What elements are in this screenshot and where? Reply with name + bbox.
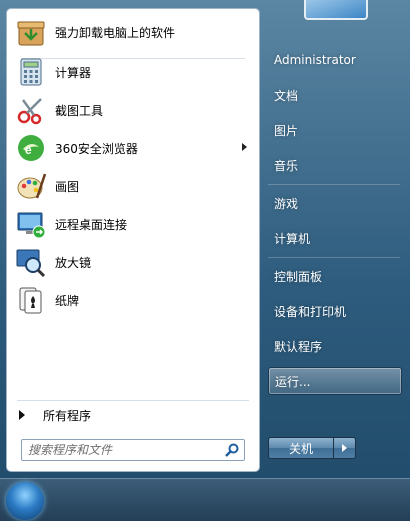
program-label: 画图 (55, 179, 80, 194)
program-label: 360安全浏览器 (55, 141, 138, 156)
scissors-icon (17, 98, 42, 125)
search-icon[interactable] (224, 442, 240, 458)
paint-icon (17, 173, 47, 199)
expand-arrow-icon (19, 410, 25, 420)
link-music[interactable]: 音乐 (268, 151, 402, 179)
program-360-browser[interactable]: e 360安全浏览器 (11, 129, 255, 167)
solitaire-icon (19, 287, 42, 314)
right-links-pane: Administrator 文档 图片 音乐 游戏 计算机 控制面板 设备和打印… (258, 0, 410, 478)
shutdown-options-button[interactable] (334, 437, 356, 459)
user-picture[interactable] (304, 0, 368, 20)
program-remote-desktop[interactable]: 远程桌面连接 (11, 205, 255, 243)
divider (268, 184, 400, 185)
divider (268, 257, 400, 258)
taskbar (0, 478, 410, 521)
program-label: 强力卸载电脑上的软件 (55, 25, 176, 40)
program-label: 纸牌 (55, 293, 80, 308)
link-documents[interactable]: 文档 (268, 81, 402, 109)
uninstall-icon (17, 21, 45, 46)
link-computer[interactable]: 计算机 (268, 224, 402, 252)
program-label: 截图工具 (55, 103, 104, 118)
program-paint[interactable]: 画图 (11, 167, 255, 205)
remote-desktop-icon (17, 212, 46, 239)
shutdown-button[interactable]: 关机 (268, 437, 334, 459)
program-uninstaller[interactable]: 强力卸载电脑上的软件 (11, 13, 255, 51)
search-input[interactable] (22, 441, 224, 459)
program-label: 放大镜 (55, 255, 92, 270)
program-magnifier[interactable]: 放大镜 (11, 243, 255, 281)
link-devices-printers[interactable]: 设备和打印机 (268, 297, 402, 325)
link-games[interactable]: 游戏 (268, 189, 402, 217)
search-box[interactable] (21, 439, 245, 461)
svg-text:e: e (25, 143, 32, 157)
program-solitaire[interactable]: 纸牌 (11, 281, 255, 319)
program-label: 计算器 (55, 65, 92, 80)
program-calculator[interactable]: 计算器 (11, 53, 255, 91)
link-control-panel[interactable]: 控制面板 (268, 262, 402, 290)
program-label: 远程桌面连接 (55, 217, 128, 232)
chevron-right-icon (342, 444, 347, 452)
link-pictures[interactable]: 图片 (268, 116, 402, 144)
programs-pane: 强力卸载电脑上的软件 计算器 截图工具 e 360安全浏览器 画图 远程桌面连接… (6, 8, 260, 472)
link-administrator[interactable]: Administrator (268, 46, 402, 74)
calculator-icon (20, 58, 42, 86)
link-run[interactable]: 运行... (268, 367, 402, 395)
submenu-arrow-icon[interactable] (242, 143, 247, 151)
all-programs-label: 所有程序 (43, 408, 92, 423)
pinned-programs-list: 强力卸载电脑上的软件 计算器 截图工具 e 360安全浏览器 画图 远程桌面连接… (11, 13, 255, 319)
all-programs-button[interactable]: 所有程序 (15, 403, 251, 427)
start-orb-icon[interactable] (6, 482, 44, 520)
browser-360-icon: e (18, 135, 44, 161)
program-snipping-tool[interactable]: 截图工具 (11, 91, 255, 129)
divider (17, 400, 249, 401)
link-default-programs[interactable]: 默认程序 (268, 332, 402, 360)
magnifier-icon (16, 249, 46, 278)
